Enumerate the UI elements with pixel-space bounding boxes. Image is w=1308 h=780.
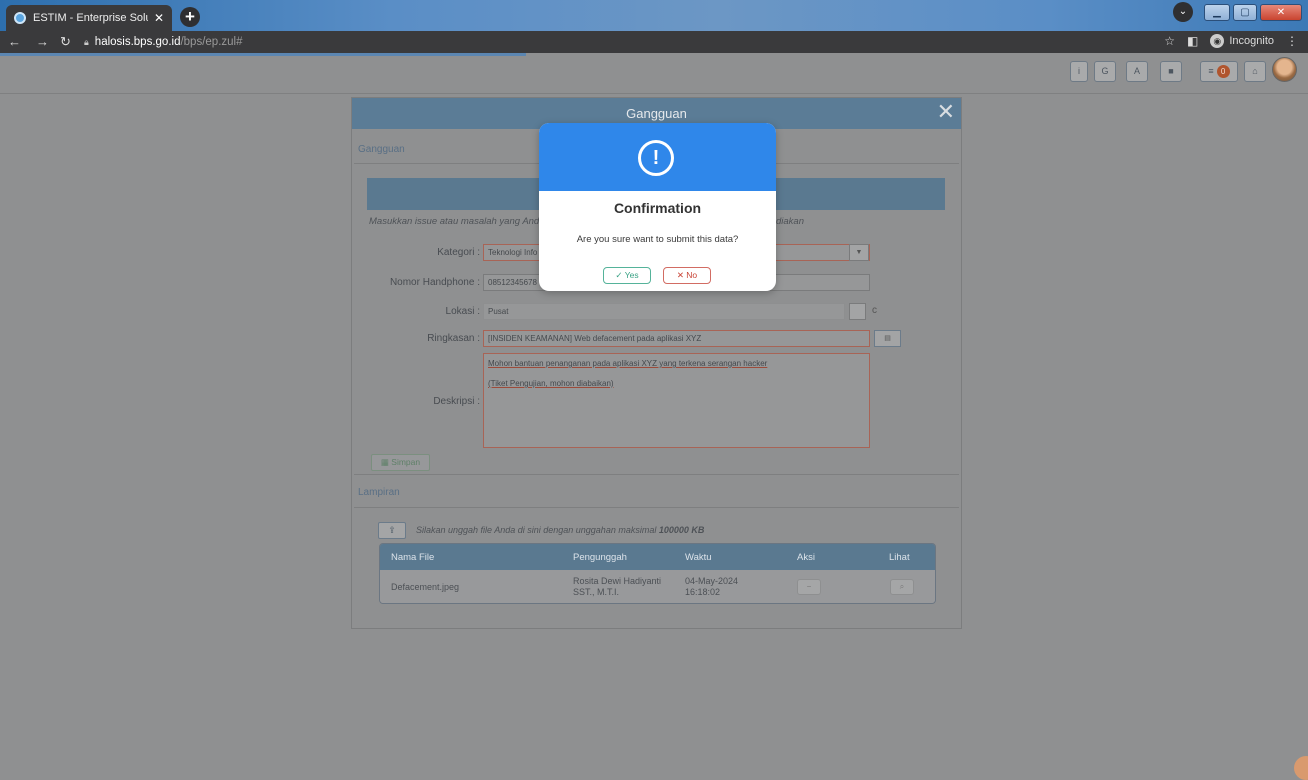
avatar[interactable] [1272, 57, 1297, 82]
alert-button[interactable]: A [1126, 61, 1148, 82]
header-divider [0, 93, 1308, 94]
info-icon: i [1078, 66, 1080, 76]
yes-label: Yes [624, 270, 639, 280]
home-button[interactable]: ⌂ [1244, 61, 1266, 82]
save-label: Simpan [391, 457, 421, 467]
deskripsi-textarea[interactable]: Mohon bantuan penanganan pada aplikasi X… [483, 353, 870, 448]
loading-progress-bar [0, 53, 526, 56]
tab-search-icon[interactable]: ⌄ [1173, 2, 1193, 22]
column-header: Waktu [685, 552, 712, 563]
no-label: No [686, 270, 698, 280]
address-bar: ← → ↻ 🔒︎ halosis.bps.go.id /bps/ep.zul# … [0, 31, 1308, 53]
file-name: Defacement.jpeg [391, 582, 460, 592]
deskripsi-line-2: (Tiket Pengujian, mohon diabaikan) [488, 379, 614, 388]
confirmation-dialog: ! Confirmation Are you sure want to subm… [539, 123, 776, 291]
url-path: /bps/ep.zul# [180, 36, 243, 48]
incognito-label: Incognito [1229, 35, 1274, 47]
url-field[interactable]: 🔒︎ halosis.bps.go.id /bps/ep.zul# [84, 34, 242, 50]
bookmark-star-icon[interactable]: ☆ [1164, 34, 1175, 48]
view-button[interactable]: ⌕ [890, 579, 914, 595]
form-hint-end: diakan [776, 216, 804, 227]
incognito-indicator[interactable]: ◉ Incognito [1210, 34, 1274, 48]
chat-icon[interactable] [1294, 756, 1308, 780]
close-icon[interactable]: ✕ [937, 97, 955, 127]
document-icon: ■ [1168, 66, 1174, 76]
table-header: Nama File Pengunggah Waktu Aksi Lihat [380, 544, 935, 570]
lokasi-picker-button[interactable] [849, 303, 866, 320]
kategori-label: Kategori : [437, 247, 480, 258]
dialog-title: Confirmation [613, 200, 702, 216]
upload-hint-text: Silakan unggah file Anda di sini dengan … [416, 525, 657, 535]
uploader-title: SST., M.T.I. [573, 587, 620, 597]
no-button[interactable]: ✕ No [663, 267, 711, 284]
lock-icon: 🔒︎ [84, 36, 89, 47]
dialog-header: ! [539, 123, 776, 191]
incognito-icon: ◉ [1210, 34, 1225, 48]
ringkasan-label: Ringkasan : [427, 333, 480, 344]
menu-kebab-icon[interactable]: ⋮ [1286, 34, 1298, 48]
reload-icon[interactable]: ↻ [60, 34, 71, 50]
uploader-name: Rosita Dewi Hadiyanti [573, 576, 662, 586]
delete-button[interactable]: − [797, 579, 821, 595]
home-icon: ⌂ [1252, 66, 1258, 76]
notification-button[interactable]: ≡ 0 [1200, 61, 1238, 82]
notification-badge: 0 [1216, 65, 1230, 78]
upload-button[interactable]: ⇪ [378, 522, 406, 539]
side-panel-icon[interactable]: ◧ [1187, 34, 1198, 48]
back-icon[interactable]: ← [8, 34, 21, 49]
upload-date: 04-May-2024 [685, 576, 739, 586]
upload-time: 16:18:02 [685, 587, 721, 597]
url-host: halosis.bps.go.id [94, 36, 181, 48]
close-tab-icon[interactable]: ✕ [154, 11, 164, 25]
template-button[interactable]: ▤ [874, 330, 901, 347]
warning-icon: ! [638, 140, 674, 176]
browser-tab-bar: ESTIM - Enterprise Solution for T ✕ + ⌄ … [0, 0, 1308, 31]
window-title: Gangguan [626, 106, 687, 121]
attachment-table: Nama File Pengunggah Waktu Aksi Lihat De… [379, 543, 936, 604]
column-header: Aksi [797, 552, 815, 563]
forward-icon[interactable]: → [36, 34, 49, 49]
upload-hint: Silakan unggah file Anda di sini dengan … [416, 525, 704, 535]
window-controls: ⌄ ▁ ▢ ✕ [1173, 2, 1302, 22]
deskripsi-line-1: Mohon bantuan penanganan pada aplikasi X… [488, 359, 768, 368]
yes-button[interactable]: ✓ Yes [603, 267, 651, 284]
browser-actions: ☆ ◧ ◉ Incognito ⋮ [1164, 34, 1298, 48]
dialog-message: Are you sure want to submit this data? [576, 234, 739, 245]
refresh-icon: G [1101, 66, 1109, 76]
ringkasan-field[interactable]: [INSIDEN KEAMANAN] Web defacement pada a… [483, 330, 870, 347]
lampiran-title: Lampiran [358, 487, 400, 498]
save-button[interactable]: ▦ Simpan [371, 454, 430, 471]
deskripsi-label: Deskripsi : [433, 396, 480, 407]
info-button[interactable]: i [1070, 61, 1088, 82]
alert-icon: A [1133, 66, 1140, 76]
phone-label: Nomor Handphone : [389, 277, 480, 288]
tab-title: ESTIM - Enterprise Solution for T [33, 12, 148, 24]
list-icon: ≡ [1208, 66, 1214, 76]
upload-max-size: 100000 KB [658, 525, 705, 535]
column-header: Pengunggah [573, 552, 627, 563]
lokasi-label: Lokasi : [445, 306, 480, 317]
document-button[interactable]: ■ [1160, 61, 1182, 82]
lokasi-field: Pusat [483, 303, 845, 320]
minimize-button[interactable]: ▁ [1204, 3, 1230, 21]
close-window-button[interactable]: ✕ [1260, 3, 1302, 21]
section-lampiran: Lampiran [354, 474, 959, 508]
new-tab-button[interactable]: + [180, 7, 200, 27]
refresh-button[interactable]: G [1094, 61, 1116, 82]
table-row: Defacement.jpeg Rosita Dewi Hadiyanti SS… [380, 570, 935, 603]
column-header: Nama File [391, 552, 435, 563]
reset-icon[interactable]: c [872, 305, 877, 316]
maximize-button[interactable]: ▢ [1233, 3, 1257, 21]
column-header: Lihat [889, 552, 910, 563]
browser-tab[interactable]: ESTIM - Enterprise Solution for T ✕ [6, 5, 172, 31]
section-title: Gangguan [358, 144, 405, 155]
form-hint: Masukkan issue atau masalah yang And [369, 216, 540, 227]
favicon-icon [14, 12, 26, 24]
chevron-down-icon[interactable]: ▼ [849, 244, 869, 261]
